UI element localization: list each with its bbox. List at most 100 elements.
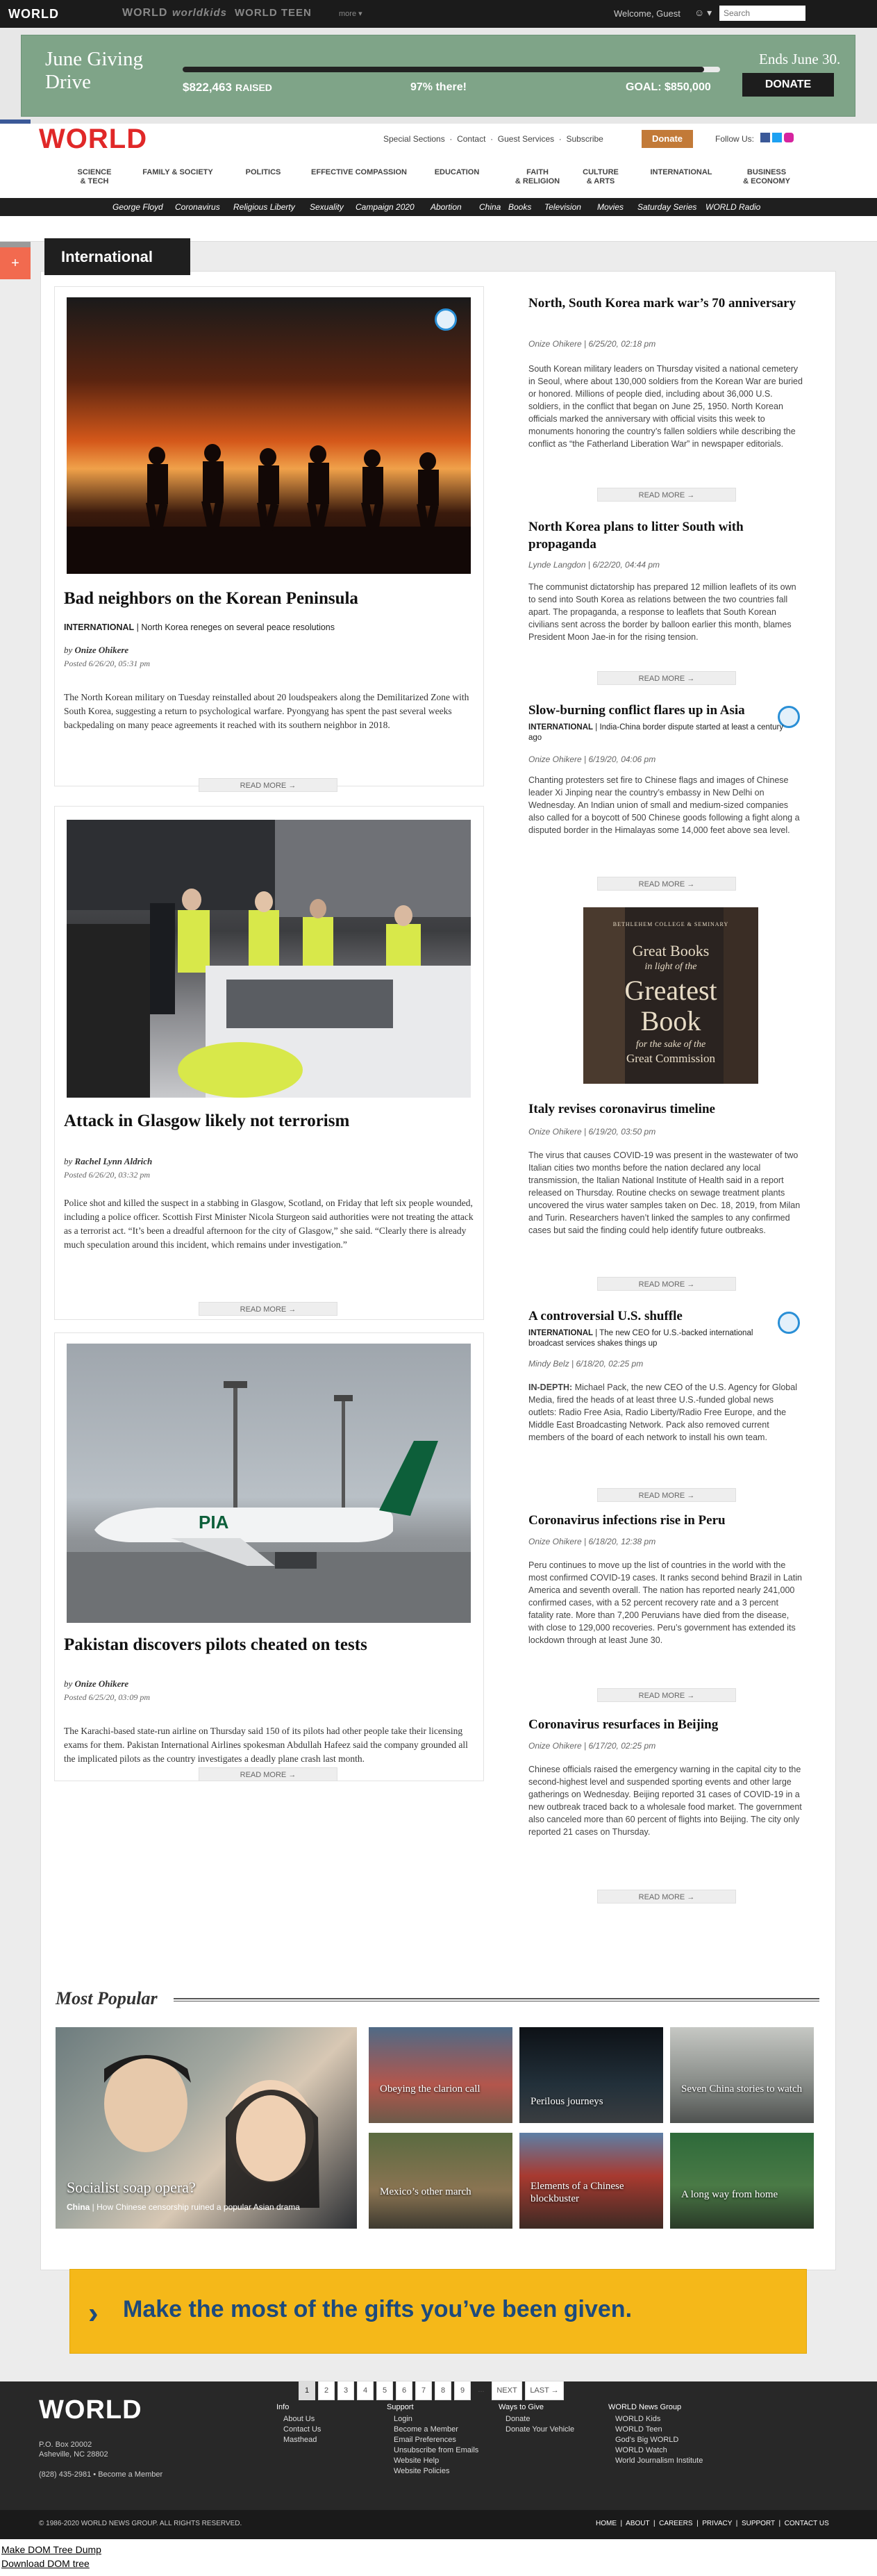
world-logo[interactable]: WORLD	[39, 124, 147, 155]
nav-education[interactable]: EDUCATION	[429, 168, 485, 177]
gifts-banner-ad[interactable]: › Make the most of the gifts you’ve been…	[69, 2269, 807, 2354]
subscribe-link[interactable]: Subscribe	[566, 134, 603, 144]
footer-link[interactable]: God's Big WORLD	[608, 2435, 703, 2445]
twitter-follow-icon[interactable]	[772, 133, 782, 142]
plus-icon[interactable]: +	[0, 247, 31, 279]
trending-link[interactable]: Coronavirus	[175, 202, 220, 212]
page-link-9[interactable]: 9	[454, 2381, 471, 2400]
next-page-button[interactable]: NEXT	[492, 2381, 522, 2400]
popular-card[interactable]: Obeying the clarion call	[369, 2027, 512, 2123]
guest-services-link[interactable]: Guest Services	[498, 134, 554, 144]
popular-card[interactable]: A long way from home	[670, 2133, 814, 2229]
read-more-button[interactable]: READ MORE →	[597, 671, 736, 685]
person-icon[interactable]: ☺ ▾	[694, 7, 712, 19]
pia-airplane-photo[interactable]: PIA	[67, 1344, 471, 1623]
donate-button[interactable]: Donate	[642, 130, 693, 148]
footer-link[interactable]: Unsubscribe from Emails	[387, 2445, 478, 2456]
popular-card[interactable]: Seven China stories to watch	[670, 2027, 814, 2123]
read-more-button[interactable]: READ MORE →	[597, 1277, 736, 1291]
author-link[interactable]: Onize Ohikere	[75, 1678, 129, 1689]
footer-become-member[interactable]: Become a Member	[98, 2470, 162, 2479]
popular-main-title[interactable]: Socialist soap opera?	[67, 2180, 196, 2195]
footer-link[interactable]: Donate Your Vehicle	[499, 2425, 574, 2435]
footer-bottom-link[interactable]: SUPPORT	[742, 2520, 775, 2527]
trending-link[interactable]: Saturday Series	[637, 202, 696, 212]
read-more-button[interactable]: READ MORE →	[199, 1767, 337, 1781]
article-title[interactable]: North Korea plans to litter South with p…	[528, 518, 806, 553]
popular-card[interactable]: Mexico’s other march	[369, 2133, 512, 2229]
article-title[interactable]: Coronavirus infections rise in Peru	[528, 1512, 806, 1529]
popular-card-title[interactable]: Perilous journeys	[531, 2095, 603, 2108]
footer-link[interactable]: WORLD Watch	[608, 2445, 703, 2456]
page-link-8[interactable]: 8	[435, 2381, 451, 2400]
popular-card-title[interactable]: Mexico’s other march	[380, 2186, 471, 2198]
popular-card-title[interactable]: Elements of a Chinese blockbuster	[531, 2180, 663, 2205]
footer-link[interactable]: Donate	[499, 2414, 574, 2425]
special-sections-link[interactable]: Special Sections	[383, 134, 445, 144]
footer-link[interactable]: Website Help	[387, 2456, 478, 2466]
page-link-2[interactable]: 2	[318, 2381, 335, 2400]
instagram-follow-icon[interactable]	[784, 133, 794, 142]
article-title[interactable]: Bad neighbors on the Korean Peninsula	[64, 589, 358, 609]
page-link-3[interactable]: 3	[337, 2381, 354, 2400]
nav-international[interactable]: INTERNATIONAL	[643, 168, 719, 177]
trending-link[interactable]: Campaign 2020	[356, 202, 415, 212]
read-more-button[interactable]: READ MORE →	[597, 1890, 736, 1904]
donate-banner-button[interactable]: DONATE	[742, 73, 834, 97]
read-more-button[interactable]: READ MORE →	[199, 1302, 337, 1316]
page-link-5[interactable]: 5	[376, 2381, 393, 2400]
trending-link[interactable]: Abortion	[431, 202, 462, 212]
read-more-button[interactable]: READ MORE →	[597, 488, 736, 502]
read-more-button[interactable]: READ MORE →	[597, 1488, 736, 1502]
footer-link[interactable]: About Us	[276, 2414, 321, 2425]
footer-bottom-link[interactable]: ABOUT	[626, 2520, 649, 2527]
page-link-6[interactable]: 6	[396, 2381, 412, 2400]
last-page-button[interactable]: LAST →	[525, 2381, 564, 2400]
trending-link[interactable]: Books	[508, 202, 531, 212]
article-category[interactable]: INTERNATIONAL	[64, 622, 134, 632]
footer-link[interactable]: Contact Us	[276, 2425, 321, 2435]
trending-link[interactable]: George Floyd	[112, 202, 163, 212]
sublogo-worldteen[interactable]: WORLD TEEN	[235, 7, 312, 19]
popular-card[interactable]: Elements of a Chinese blockbuster	[519, 2133, 663, 2229]
glasgow-police-photo[interactable]	[67, 820, 471, 1098]
page-link-4[interactable]: 4	[357, 2381, 374, 2400]
popular-main-card[interactable]: Socialist soap opera? China | How Chines…	[56, 2027, 357, 2229]
read-more-button[interactable]: READ MORE →	[199, 778, 337, 792]
article-category[interactable]: INTERNATIONAL	[528, 1329, 593, 1337]
download-dom-link[interactable]: Download DOM tree	[1, 2558, 90, 2569]
nav-politics[interactable]: POLITICS	[239, 168, 287, 177]
footer-logo[interactable]: WORLD	[39, 2395, 142, 2425]
search-input[interactable]	[719, 6, 805, 21]
article-title[interactable]: North, South Korea mark war’s 70 anniver…	[528, 295, 806, 312]
korea-soldiers-photo[interactable]	[67, 297, 471, 574]
article-title[interactable]: Pakistan discovers pilots cheated on tes…	[64, 1635, 367, 1655]
footer-link[interactable]: Masthead	[276, 2435, 321, 2445]
trending-link[interactable]: Sexuality	[310, 202, 344, 212]
article-title[interactable]: A controversial U.S. shuffle	[528, 1307, 806, 1325]
trending-link[interactable]: Television	[544, 202, 581, 212]
trending-link[interactable]: China	[479, 202, 501, 212]
author-link[interactable]: Onize Ohikere	[75, 645, 129, 655]
footer-bottom-link[interactable]: HOME	[596, 2520, 617, 2527]
world-logo-small[interactable]: WORLD	[8, 7, 59, 22]
article-title[interactable]: Attack in Glasgow likely not terrorism	[64, 1112, 349, 1131]
footer-bottom-link[interactable]: CAREERS	[659, 2520, 692, 2527]
footer-link[interactable]: World Journalism Institute	[608, 2456, 703, 2466]
article-category[interactable]: INTERNATIONAL	[528, 723, 593, 732]
footer-link[interactable]: WORLD Kids	[608, 2414, 703, 2425]
sublogo-world[interactable]: WORLD	[122, 7, 167, 19]
footer-bottom-link[interactable]: PRIVACY	[702, 2520, 732, 2527]
author-link[interactable]: Rachel Lynn Aldrich	[75, 1156, 153, 1166]
article-title[interactable]: Coronavirus resurfaces in Beijing	[528, 1716, 806, 1733]
popular-card-title[interactable]: A long way from home	[681, 2188, 778, 2201]
footer-link[interactable]: Email Preferences	[387, 2435, 478, 2445]
footer-link[interactable]: Login	[387, 2414, 478, 2425]
article-title[interactable]: Italy revises coronavirus timeline	[528, 1100, 806, 1118]
nav-science-tech[interactable]: SCIENCE & TECH	[75, 168, 114, 186]
page-link-1[interactable]: 1	[299, 2381, 315, 2400]
footer-link[interactable]: WORLD Teen	[608, 2425, 703, 2435]
nav-effective-compassion[interactable]: EFFECTIVE COMPASSION	[304, 168, 414, 177]
facebook-follow-icon[interactable]	[760, 133, 770, 142]
contact-link[interactable]: Contact	[457, 134, 485, 144]
